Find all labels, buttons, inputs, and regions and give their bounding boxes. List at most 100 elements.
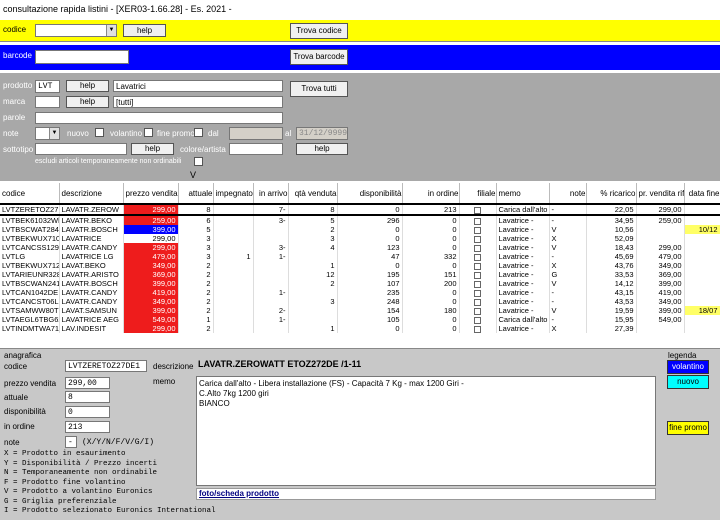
table-row[interactable]: LVTCANCST06LE LAVATR.CANDY 349,00 2 3 248 0 Lav… (0, 297, 720, 306)
cell-ricarico: 22,05 (586, 203, 637, 216)
cell-arrivo: 1- (253, 252, 289, 261)
table-row[interactable]: LVTSAMWW80T LAVAT.SAMSUN 399,00 2 2- 154 180 La… (0, 306, 720, 315)
al-date-input[interactable]: 31/12/9999 (296, 127, 348, 140)
cell-ordine: 151 (402, 270, 460, 279)
table-row[interactable]: LVTZERETOZ27 LAVATR.ZEROW 299,00 8 7- 8 0 213 Ca… (0, 203, 720, 216)
table-row[interactable]: LVTINDMTWA71 LAV.INDESIT 299,00 2 1 0 0 Lavatri… (0, 324, 720, 333)
column-header[interactable]: disponibilità (337, 183, 403, 205)
trova-tutti-button[interactable]: Trova tutti (290, 81, 348, 97)
sottotipo-help-button[interactable]: help (131, 143, 174, 155)
cell-ordine: 213 (402, 203, 460, 216)
cell-memo: Lavatrice - (496, 306, 550, 315)
cell-impegnato (213, 215, 254, 225)
nuovo-checkbox[interactable] (95, 128, 104, 137)
prodotto-input[interactable]: LVT (35, 80, 60, 93)
filiale-checkbox[interactable] (474, 298, 481, 306)
cell-memo: Lavatrice - (496, 252, 550, 261)
filiale-checkbox[interactable] (474, 206, 481, 213)
cell-impegnato (213, 225, 254, 234)
table-row[interactable]: LVTLG LAVATRICE LG 479,00 3 1 1- 47 332 Lavatric… (0, 252, 720, 261)
table-row[interactable]: LVTCANCSS129T LAVATR.CANDY 299,00 3 3- 4 123 0 L… (0, 243, 720, 252)
column-header[interactable]: data fine (684, 183, 720, 205)
escludi-checkbox[interactable] (194, 157, 203, 166)
table-row[interactable]: LVTCAN1042DE LAVATR.CANDY 419,00 2 1- 235 0 Lav… (0, 288, 720, 297)
cell-attuale: 8 (178, 203, 214, 216)
filiale-checkbox[interactable] (474, 307, 481, 315)
cell-impegnato (213, 243, 254, 252)
detail-attuale-value[interactable]: 8 (65, 391, 110, 403)
note-combo[interactable]: ▼ (35, 127, 60, 140)
column-header[interactable]: codice (0, 183, 60, 205)
detail-disp-value[interactable]: 0 (65, 406, 110, 418)
table-row[interactable]: LVTAEGL6TBG62 LAVATRICE AEG 549,00 1 1- 105 0 C… (0, 315, 720, 324)
cell-disp: 0 (337, 225, 403, 234)
column-header[interactable]: pr. vendita rif. (636, 183, 685, 205)
cell-disp: 296 (337, 215, 403, 225)
volantino-checkbox[interactable] (144, 128, 153, 137)
column-header[interactable]: prezzo vendita (123, 183, 179, 205)
column-header[interactable]: note (549, 183, 587, 205)
cell-note: V (549, 279, 587, 288)
table-row[interactable]: LVTARIEUNR328 LAVATR.ARISTO 369,00 2 12 195 15… (0, 270, 720, 279)
column-header[interactable]: descrizione (59, 183, 124, 205)
trova-barcode-button[interactable]: Trova barcode (290, 49, 348, 65)
table-row[interactable]: LVTBSCWAT284 LAVATR.BOSCH 399,00 5 2 0 0 Lavatr… (0, 225, 720, 234)
detail-prezzo-value[interactable]: 299,00 (65, 377, 110, 389)
cell-venduta: 12 (288, 270, 338, 279)
filiale-checkbox[interactable] (474, 235, 481, 243)
fine-promo-checkbox[interactable] (194, 128, 203, 137)
filiale-checkbox[interactable] (474, 325, 481, 333)
prodotto-help-button[interactable]: help (66, 80, 109, 92)
filiale-checkbox[interactable] (474, 217, 481, 225)
filiale-checkbox[interactable] (474, 289, 481, 297)
cell-impegnato (213, 288, 254, 297)
colore-input[interactable] (229, 143, 283, 155)
detail-note-value[interactable]: - (65, 436, 77, 448)
detail-memo-box[interactable]: Carica dall'alto - Libera installazione … (196, 376, 656, 486)
filiale-checkbox[interactable] (474, 226, 481, 234)
column-header[interactable]: qtà venduta (288, 183, 338, 205)
codice-combo[interactable]: ▼ (35, 24, 117, 37)
cell-disp: 248 (337, 297, 403, 306)
filiale-checkbox[interactable] (474, 280, 481, 288)
table-row[interactable]: LVTBEK61032Wl LAVATR.BEKO 259,00 6 3- 5 296 0 La… (0, 215, 720, 225)
marca-help-button[interactable]: help (66, 96, 109, 108)
cell-impegnato (213, 270, 254, 279)
cell-ricarico: 33,53 (586, 270, 637, 279)
detail-disp-label: disponibilità (4, 407, 46, 416)
foto-scheda-link[interactable]: foto/scheda prodotto (196, 488, 656, 500)
cell-ordine: 200 (402, 279, 460, 288)
table-row[interactable]: LVTBEKWUX712 LAVAT.BEKO 349,00 2 1 0 0 Lavatric… (0, 261, 720, 270)
cell-prezzo: 299,00 (123, 203, 179, 216)
codice-help-button[interactable]: help (123, 24, 166, 37)
filiale-checkbox[interactable] (474, 271, 481, 279)
cell-arrivo (253, 270, 289, 279)
chevron-down-icon[interactable]: ▼ (106, 25, 116, 36)
sottotipo-input[interactable] (35, 143, 127, 155)
cell-codice: LVTSAMWW80T (0, 306, 60, 315)
detail-ordine-value[interactable]: 213 (65, 421, 110, 433)
parole-input[interactable] (35, 112, 283, 124)
filiale-checkbox[interactable] (474, 316, 481, 324)
column-header[interactable]: in ordine (402, 183, 460, 205)
filiale-checkbox[interactable] (474, 262, 481, 270)
chevron-down-icon[interactable]: ▼ (49, 128, 59, 139)
trova-codice-button[interactable]: Trova codice (290, 23, 348, 39)
table-row[interactable]: LVTBSCWAN241 LAVATR.BOSCH 399,00 2 2 107 200 La… (0, 279, 720, 288)
filiale-checkbox[interactable] (474, 244, 481, 252)
column-header[interactable]: in arrivo (253, 183, 289, 205)
colore-help-button[interactable]: help (296, 143, 348, 155)
column-header[interactable]: impegnato (213, 183, 254, 205)
filiale-checkbox[interactable] (474, 253, 481, 261)
filiale-checkbox-cell (459, 261, 497, 270)
column-header[interactable]: memo (496, 183, 550, 205)
barcode-input[interactable] (35, 50, 129, 64)
column-header[interactable]: % ricarico (586, 183, 637, 205)
column-header[interactable]: filiale (459, 183, 497, 205)
table-row[interactable]: LVTBEKWUX710 LAVATRICE 299,00 3 3 0 0 Lavatrice… (0, 234, 720, 243)
dal-date-input[interactable] (229, 127, 283, 140)
detail-codice-value[interactable]: LVTZERETOZ27DE1 (65, 360, 147, 372)
cell-disp: 235 (337, 288, 403, 297)
marca-input[interactable] (35, 96, 60, 108)
column-header[interactable]: attuale (178, 183, 214, 205)
